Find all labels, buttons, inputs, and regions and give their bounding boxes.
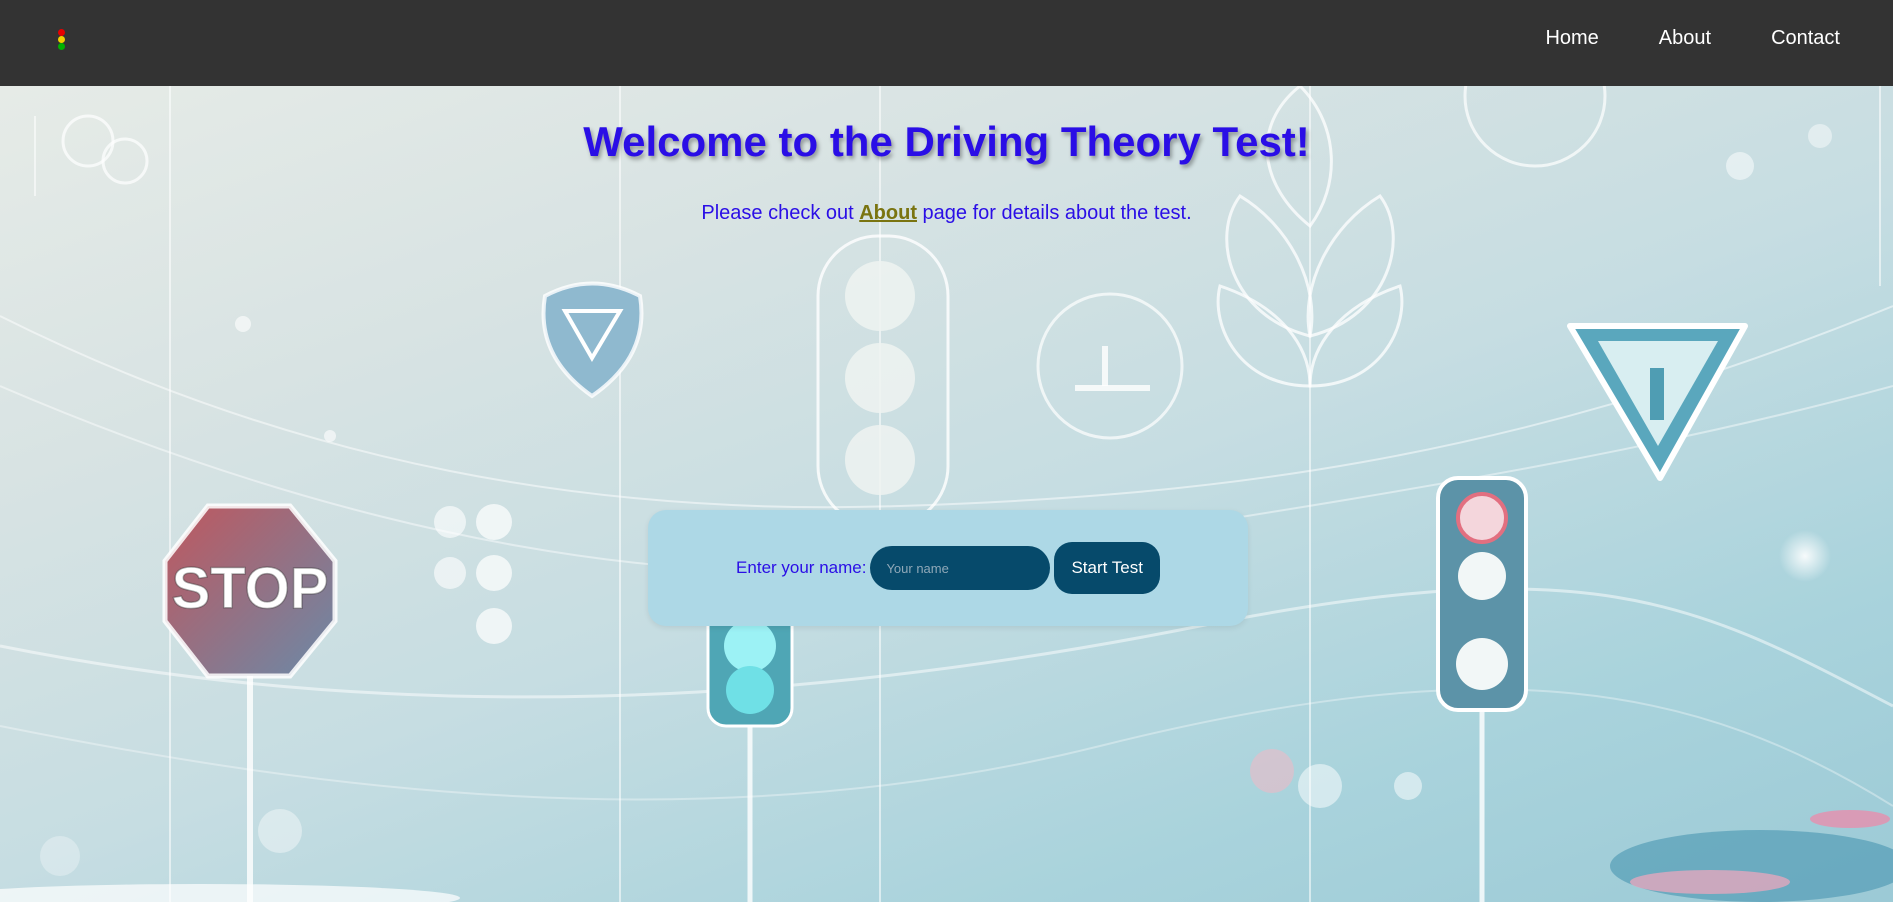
name-label: Enter your name: bbox=[736, 558, 867, 577]
name-form-card: Enter your name: Start Test bbox=[648, 510, 1248, 626]
start-test-button[interactable]: Start Test bbox=[1054, 542, 1160, 594]
page-title: Welcome to the Driving Theory Test! bbox=[583, 118, 1310, 165]
nav-home-link[interactable]: Home bbox=[1545, 27, 1598, 50]
intro-text-after: page for details about the test. bbox=[917, 202, 1192, 224]
nav-links: Home About Contact bbox=[1485, 27, 1840, 50]
name-input[interactable] bbox=[870, 546, 1051, 590]
nav-contact-link[interactable]: Contact bbox=[1771, 27, 1840, 50]
intro-text: Please check out About page for details … bbox=[0, 202, 1893, 225]
navbar: Home About Contact bbox=[0, 0, 1893, 86]
nav-about-link[interactable]: About bbox=[1659, 27, 1711, 50]
traffic-light-logo-icon[interactable] bbox=[55, 29, 67, 51]
about-inline-link[interactable]: About bbox=[859, 202, 917, 224]
intro-text-before: Please check out bbox=[701, 202, 860, 224]
main-content: Welcome to the Driving Theory Test! Plea… bbox=[0, 86, 1893, 245]
stop-sign-text: STOP bbox=[172, 556, 329, 621]
